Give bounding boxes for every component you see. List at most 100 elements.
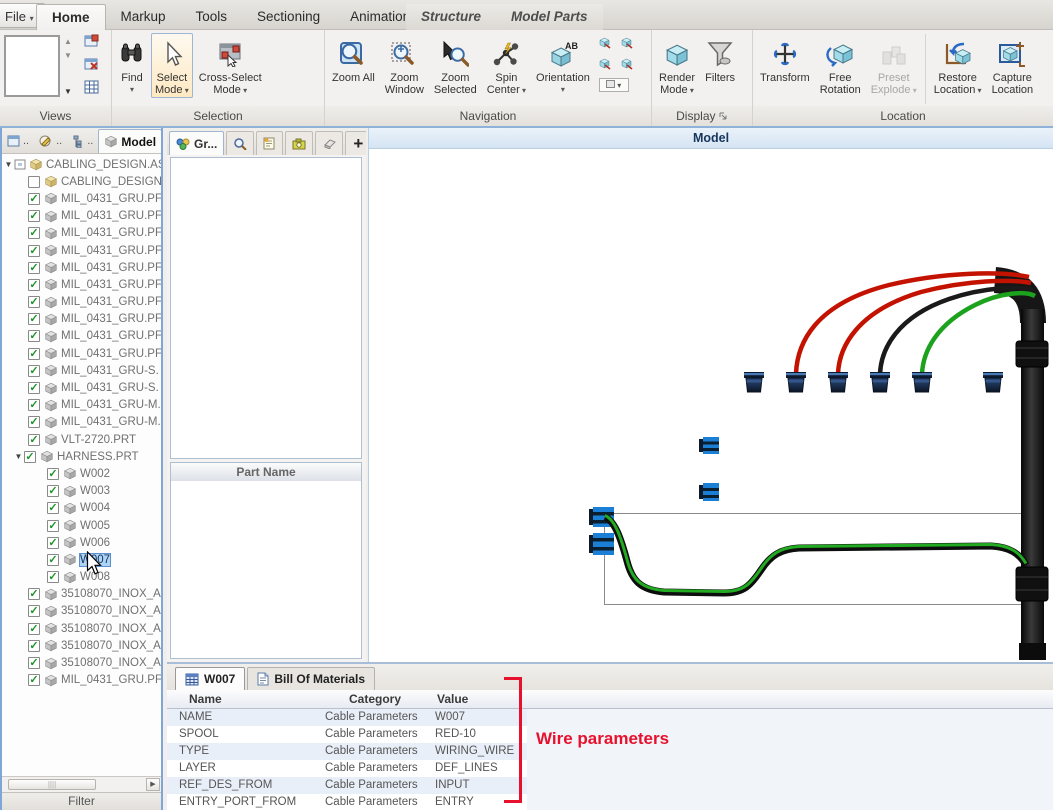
- display-dialog-launcher-icon[interactable]: [719, 112, 728, 121]
- tree-item-w004[interactable]: ✓W004: [2, 500, 161, 517]
- tab-notes[interactable]: [256, 131, 283, 155]
- tree-item-mil_0431_gru.pf[interactable]: ✓MIL_0431_GRU.PF: [2, 208, 161, 225]
- views-gallery-expand-button[interactable]: ▼: [64, 87, 72, 96]
- orientation-button[interactable]: ABOrientation▾: [532, 33, 594, 97]
- visibility-checkbox[interactable]: ✓: [28, 245, 40, 257]
- tree-item-w008[interactable]: ✓W008: [2, 569, 161, 586]
- cross-select-mode-button[interactable]: Cross-SelectMode ▾: [195, 33, 266, 98]
- tree-item-mil_0431_gru-s.[interactable]: ✓MIL_0431_GRU-S.: [2, 379, 161, 396]
- tree-item-w007[interactable]: ✓W007: [2, 551, 161, 568]
- select-mode-button[interactable]: SelectMode ▾: [151, 33, 193, 98]
- new-view-icon[interactable]: [84, 34, 99, 53]
- part-name-list[interactable]: [170, 481, 362, 659]
- delete-view-icon[interactable]: [84, 57, 99, 76]
- visibility-checkbox[interactable]: ✓: [28, 313, 40, 325]
- ribbon-tab-structure[interactable]: Structure: [406, 4, 496, 30]
- add-group-button[interactable]: +: [345, 131, 366, 155]
- visibility-checkbox[interactable]: ✓: [47, 502, 59, 514]
- pot-connector-3[interactable]: [828, 372, 848, 392]
- scrollbar-thumb[interactable]: ||||: [8, 779, 96, 790]
- visibility-checkbox[interactable]: ✓: [28, 605, 40, 617]
- pot-connector-5[interactable]: [912, 372, 932, 392]
- wire-bundle-outline[interactable]: [605, 517, 1026, 593]
- tree-item-35108070_inox_a[interactable]: ✓35108070_INOX_A: [2, 603, 161, 620]
- side-connector-2[interactable]: [699, 483, 719, 501]
- tree-item-harness.prt[interactable]: ▼✓HARNESS.PRT: [2, 448, 161, 465]
- ribbon-tab-home[interactable]: Home: [36, 4, 106, 30]
- bottom-tab-w007[interactable]: W007: [175, 667, 245, 690]
- filters-button[interactable]: Filters: [701, 33, 739, 85]
- expander-icon[interactable]: ▼: [3, 160, 14, 169]
- visibility-checkbox[interactable]: ✓: [28, 416, 40, 428]
- visibility-checkbox[interactable]: ✓: [24, 451, 36, 463]
- preset-explode-button[interactable]: PresetExplode ▾: [867, 33, 921, 98]
- visibility-checkbox[interactable]: ✓: [47, 537, 59, 549]
- tree-item-mil_0431_gru.pf[interactable]: ✓MIL_0431_GRU.PF: [2, 225, 161, 242]
- visibility-checkbox[interactable]: ✓: [47, 520, 59, 532]
- display-option-icon[interactable]: [599, 57, 615, 75]
- visibility-checkbox[interactable]: ✓: [28, 193, 40, 205]
- tree-item-35108070_inox_a[interactable]: ✓35108070_INOX_A: [2, 654, 161, 671]
- pot-connector-2[interactable]: [786, 372, 806, 392]
- visibility-checkbox[interactable]: ✓: [47, 571, 59, 583]
- tree-item-35108070_inox_a[interactable]: ✓35108070_INOX_A: [2, 620, 161, 637]
- visibility-checkbox[interactable]: ✓: [28, 210, 40, 222]
- views-scroll-down-button[interactable]: ▼: [64, 51, 72, 60]
- tab-find-results[interactable]: [226, 131, 254, 155]
- side-connector-1[interactable]: [699, 437, 719, 454]
- attribute-row-name[interactable]: NAMECable ParametersW007: [167, 709, 527, 726]
- attribute-row-entry_port_from[interactable]: ENTRY_PORT_FROMCable ParametersENTRY: [167, 794, 527, 810]
- expander-icon[interactable]: ▼: [13, 452, 24, 461]
- left-tab-annotations[interactable]: ..: [34, 129, 67, 153]
- display-option-icon[interactable]: [621, 57, 637, 75]
- capture-location-button[interactable]: CaptureLocation: [988, 33, 1038, 97]
- tree-item-35108070_inox_a[interactable]: ✓35108070_INOX_A: [2, 586, 161, 603]
- tree-item-w005[interactable]: ✓W005: [2, 517, 161, 534]
- pot-connector-1[interactable]: [744, 372, 764, 392]
- render-mode-button[interactable]: RenderMode ▾: [655, 33, 699, 98]
- groups-list[interactable]: [170, 157, 362, 459]
- wire-black[interactable]: [880, 288, 1033, 374]
- display-option-icon[interactable]: [621, 36, 637, 54]
- attribute-row-spool[interactable]: SPOOLCable ParametersRED-10: [167, 726, 527, 743]
- bottom-tab-bom[interactable]: Bill Of Materials: [247, 667, 375, 690]
- tree-item-mil_0431_gru-s.[interactable]: ✓MIL_0431_GRU-S.: [2, 362, 161, 379]
- harness-connector-2[interactable]: [589, 533, 614, 555]
- tree-item-mil_0431_gru.pf[interactable]: ✓MIL_0431_GRU.PF: [2, 311, 161, 328]
- scrollbar-right-arrow[interactable]: ▶: [146, 778, 160, 791]
- attribute-row-layer[interactable]: LAYERCable ParametersDEF_LINES: [167, 760, 527, 777]
- pot-connector-4[interactable]: [870, 372, 890, 392]
- visibility-checkbox[interactable]: ✓: [28, 640, 40, 652]
- tree-item-mil_0431_gru.pf[interactable]: ✓MIL_0431_GRU.PF: [2, 242, 161, 259]
- tab-images[interactable]: [285, 131, 313, 155]
- view-grid-icon[interactable]: [84, 80, 99, 99]
- display-option-dropdown[interactable]: ▾: [599, 78, 629, 92]
- view-thumbnail[interactable]: [4, 35, 60, 97]
- tree-horizontal-scrollbar[interactable]: |||| ▶: [2, 776, 161, 792]
- visibility-checkbox[interactable]: [28, 176, 40, 188]
- visibility-checkbox[interactable]: ✓: [28, 657, 40, 669]
- tree-item-w006[interactable]: ✓W006: [2, 534, 161, 551]
- left-tab-model[interactable]: Model: [98, 129, 162, 153]
- visibility-checkbox[interactable]: ✓: [28, 330, 40, 342]
- tab-eraser[interactable]: [315, 131, 343, 155]
- tree-item-mil_0431_gru.pf[interactable]: ✓MIL_0431_GRU.PF: [2, 672, 161, 689]
- tree-item-mil_0431_gru-m.[interactable]: ✓MIL_0431_GRU-M.: [2, 397, 161, 414]
- left-tab-structure[interactable]: ..: [67, 129, 98, 153]
- tree-item-w002[interactable]: ✓W002: [2, 465, 161, 482]
- tree-item-35108070_inox_a[interactable]: ✓35108070_INOX_A: [2, 637, 161, 654]
- visibility-checkbox[interactable]: ✓: [28, 279, 40, 291]
- ribbon-tab-markup[interactable]: Markup: [106, 4, 181, 30]
- tree-item-w003[interactable]: ✓W003: [2, 483, 161, 500]
- left-tab-views[interactable]: ..: [2, 129, 34, 153]
- free-rotation-button[interactable]: FreeRotation: [816, 33, 865, 97]
- transform-button[interactable]: Transform: [756, 33, 814, 85]
- zoom-all-button[interactable]: Zoom All: [328, 33, 379, 85]
- tree-item-mil_0431_gru.pf[interactable]: ✓MIL_0431_GRU.PF: [2, 294, 161, 311]
- visibility-checkbox[interactable]: ✓: [28, 365, 40, 377]
- tree-item-mil_0431_gru.pf[interactable]: ✓MIL_0431_GRU.PF: [2, 190, 161, 207]
- visibility-checkbox[interactable]: ✓: [47, 554, 59, 566]
- views-scroll-up-button[interactable]: ▲: [64, 37, 72, 46]
- visibility-checkbox[interactable]: ✓: [28, 296, 40, 308]
- attribute-row-type[interactable]: TYPECable ParametersWIRING_WIRE: [167, 743, 527, 760]
